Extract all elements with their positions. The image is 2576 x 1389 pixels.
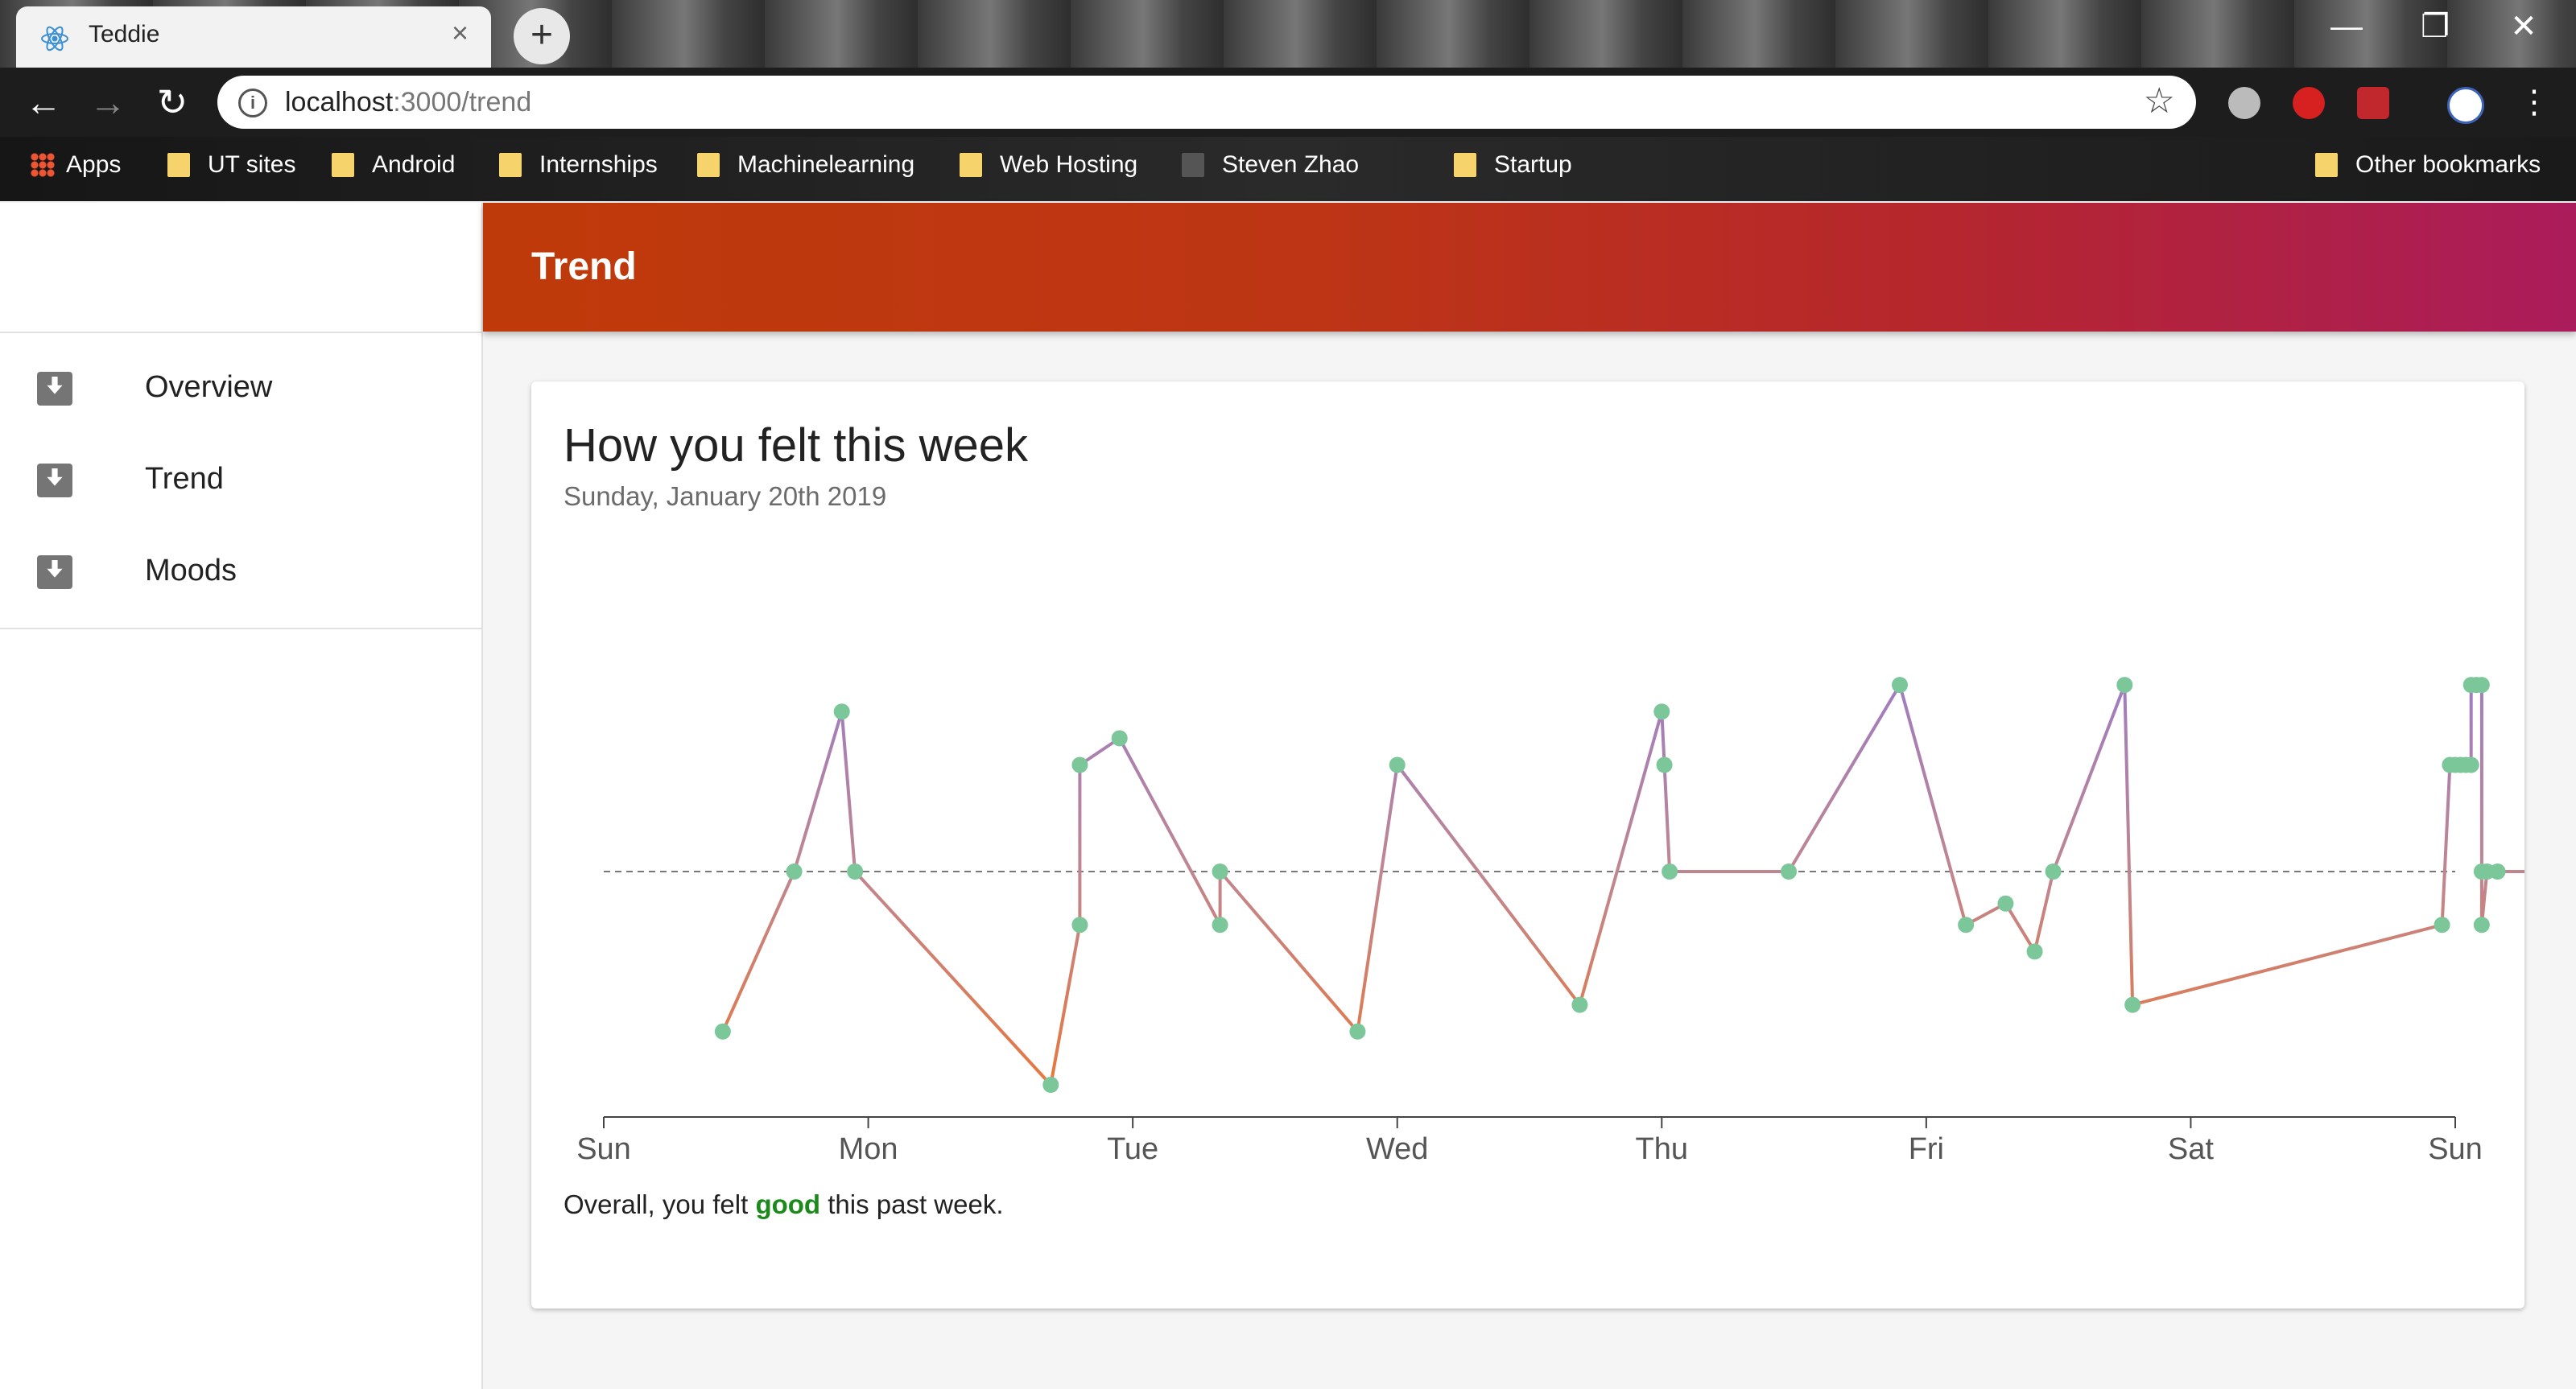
extension-paw-icon[interactable] [2357,87,2389,119]
adblock-icon[interactable] [2293,87,2325,119]
summary-text: Overall, you felt good this past week. [564,1189,1004,1219]
folder-icon [960,153,982,177]
site-info-icon[interactable]: i [238,89,267,117]
mood-point [2116,677,2133,694]
sidebar-item-label: Trend [145,462,224,496]
back-arrow-icon[interactable]: ← [19,79,68,127]
x-tick-label: Wed [1366,1132,1428,1166]
mood-point [1892,677,1908,694]
reload-icon[interactable]: ↻ [148,79,196,127]
x-tick-label: Tue [1107,1132,1158,1166]
close-window-icon[interactable]: ✕ [2479,0,2568,56]
mood-point [714,1023,731,1040]
sidebar-item-moods[interactable]: Moods [0,526,481,618]
extension-globe-icon[interactable] [2228,87,2260,119]
tab-close-icon[interactable]: × [452,16,469,50]
bookmarks-bar: Apps UT sites Android Internships Machin… [0,137,2576,201]
mood-point [2434,917,2450,934]
mood-point [1042,1077,1059,1093]
bookmark-star-icon[interactable]: ☆ [2144,80,2175,122]
bookmark-machinelearning[interactable]: Machinelearning [697,151,914,179]
mood-point [1212,863,1228,880]
sidebar: Overview Trend Moods [0,203,483,1389]
sidebar-header [0,203,481,333]
sidebar-item-trend[interactable]: Trend [0,435,481,526]
menu-kebab-icon[interactable]: ⋮ [2510,79,2558,127]
mood-point [1653,703,1670,720]
folder-icon [697,153,720,177]
mood-point [2473,677,2490,694]
mood-point [1111,730,1128,747]
mood-point [833,703,850,720]
site-favicon-icon [1182,153,1204,177]
x-tick-label: Fri [1909,1132,1944,1166]
bookmark-android[interactable]: Android [332,151,455,179]
bookmark-web-hosting[interactable]: Web Hosting [960,151,1137,179]
mood-point [1997,895,2014,912]
mood-point [1656,756,1673,773]
mood-trend-chart: Sun Mon Tue Wed Thu Fri Sat Sun [576,677,2524,1166]
url-text: localhost:3000/trend [285,87,532,117]
browser-toolbar: ← → ↻ i localhost:3000/trend ☆ ⋮ [0,68,2576,137]
mood-point [1071,917,1088,934]
folder-icon [1454,153,1476,177]
x-tick-label: Sun [576,1132,631,1166]
mood-series-line [721,683,2524,1086]
x-tick-label: Sun [2428,1132,2483,1166]
mood-point [2462,756,2479,773]
mood-point [2026,943,2043,960]
minimize-icon[interactable]: — [2302,0,2391,56]
mood-point [2045,863,2062,880]
mood-point [1571,996,1588,1013]
new-tab-button[interactable]: + [514,8,570,64]
page-title: Trend [531,245,637,288]
mood-point [1071,756,1088,773]
apps-grid-icon [31,153,55,177]
app-header: Trend [483,203,2576,332]
restore-icon[interactable]: ❐ [2391,0,2479,56]
folder-icon [2315,153,2338,177]
bookmark-ut-sites[interactable]: UT sites [167,151,295,179]
mood-point [1349,1023,1366,1040]
mood-point [1212,917,1228,934]
inbox-download-icon [37,555,72,589]
sidebar-item-label: Moods [145,554,237,587]
sidebar-item-overview[interactable]: Overview [0,343,481,435]
mood-point [1662,863,1678,880]
browser-titlebar: Teddie × + — ❐ ✕ [0,0,2576,68]
mood-point [1389,756,1406,773]
sidebar-item-label: Overview [145,370,273,404]
folder-icon [167,153,190,177]
tab-title: Teddie [89,21,160,47]
forward-arrow-icon[interactable]: → [84,79,132,127]
trend-card: How you felt this week Sunday, January 2… [531,381,2524,1309]
mood-point [2124,996,2141,1013]
folder-icon [499,153,522,177]
x-tick-label: Mon [839,1132,898,1166]
inbox-download-icon [37,464,72,497]
bookmark-startup[interactable]: Startup [1454,151,1572,179]
x-tick-label: Sat [2168,1132,2214,1166]
mood-point [1781,863,1797,880]
bookmark-internships[interactable]: Internships [499,151,658,179]
x-tick-label: Thu [1636,1132,1688,1166]
bookmark-steven-zhao[interactable]: Steven Zhao [1182,151,1359,179]
summary-mood-word: good [755,1189,821,1219]
mood-point [2489,863,2506,880]
folder-icon [332,153,354,177]
inbox-download-icon [37,372,72,406]
browser-tab[interactable]: Teddie × [16,6,491,68]
profile-avatar-icon[interactable] [2447,87,2484,124]
mood-point [847,863,864,880]
mood-point [2473,917,2490,934]
react-atom-icon [41,26,68,52]
bookmark-other[interactable]: Other bookmarks [2315,151,2541,179]
sidebar-nav: Overview Trend Moods [0,333,481,629]
mood-point [1958,917,1975,934]
address-bar[interactable]: i localhost:3000/trend ☆ [217,76,2196,129]
bookmark-apps[interactable]: Apps [31,151,121,179]
mood-point [786,863,803,880]
